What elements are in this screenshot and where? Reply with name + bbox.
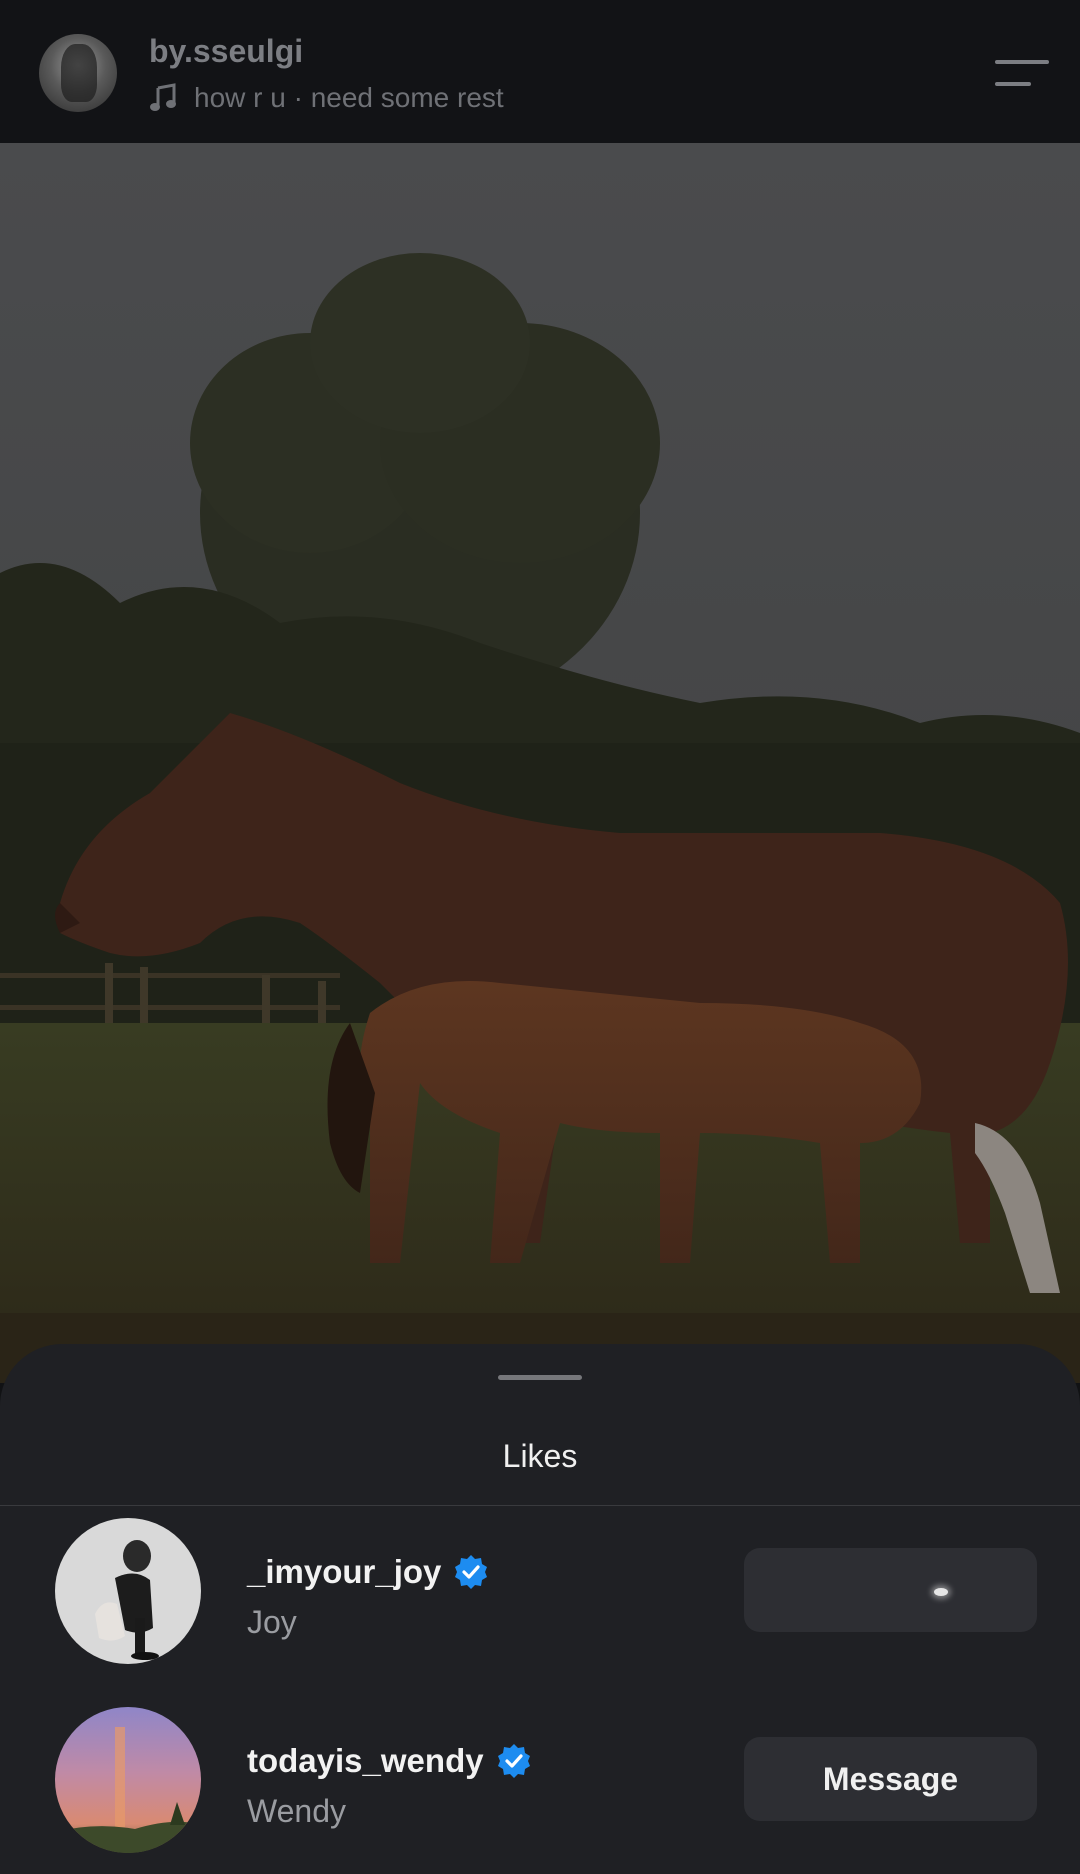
divider (0, 1505, 1080, 1506)
list-item[interactable]: _imyour_joy Joy (0, 1518, 1080, 1668)
likes-sheet: Likes _imyour_joy Joy todayis_wendy Wend… (0, 1344, 1080, 1874)
user-full-name: Wendy (247, 1793, 347, 1829)
profile-username[interactable]: by.sseulgi (149, 33, 303, 70)
follow-button[interactable] (744, 1548, 1037, 1632)
user-handle[interactable]: _imyour_joy (247, 1553, 441, 1591)
joy-avatar-image (55, 1518, 201, 1664)
list-item[interactable]: todayis_wendy Wendy Message (0, 1707, 1080, 1857)
now-playing-text[interactable]: how r u · need some rest (194, 82, 504, 114)
wendy-avatar-image (55, 1707, 201, 1853)
post-photo (0, 143, 1080, 1383)
sheet-drag-handle[interactable] (498, 1375, 582, 1380)
user-full-name: Joy (247, 1604, 297, 1640)
user-name-line: todayis_wendy (247, 1742, 532, 1780)
user-name-line: _imyour_joy (247, 1553, 489, 1591)
user-handle[interactable]: todayis_wendy (247, 1742, 484, 1780)
horse-and-foal-image (0, 143, 1080, 1383)
menu-lines-icon[interactable] (995, 58, 1049, 90)
verified-badge-icon (497, 1744, 530, 1778)
profile-avatar[interactable] (39, 34, 117, 112)
avatar[interactable] (55, 1707, 201, 1853)
likes-title: Likes (502, 1438, 578, 1474)
message-button[interactable]: Message (744, 1737, 1037, 1821)
verified-badge-icon (455, 1555, 488, 1589)
avatar[interactable] (55, 1518, 201, 1664)
music-note-icon (150, 83, 176, 111)
profile-header: by.sseulgi how r u · need some rest (0, 0, 1080, 143)
